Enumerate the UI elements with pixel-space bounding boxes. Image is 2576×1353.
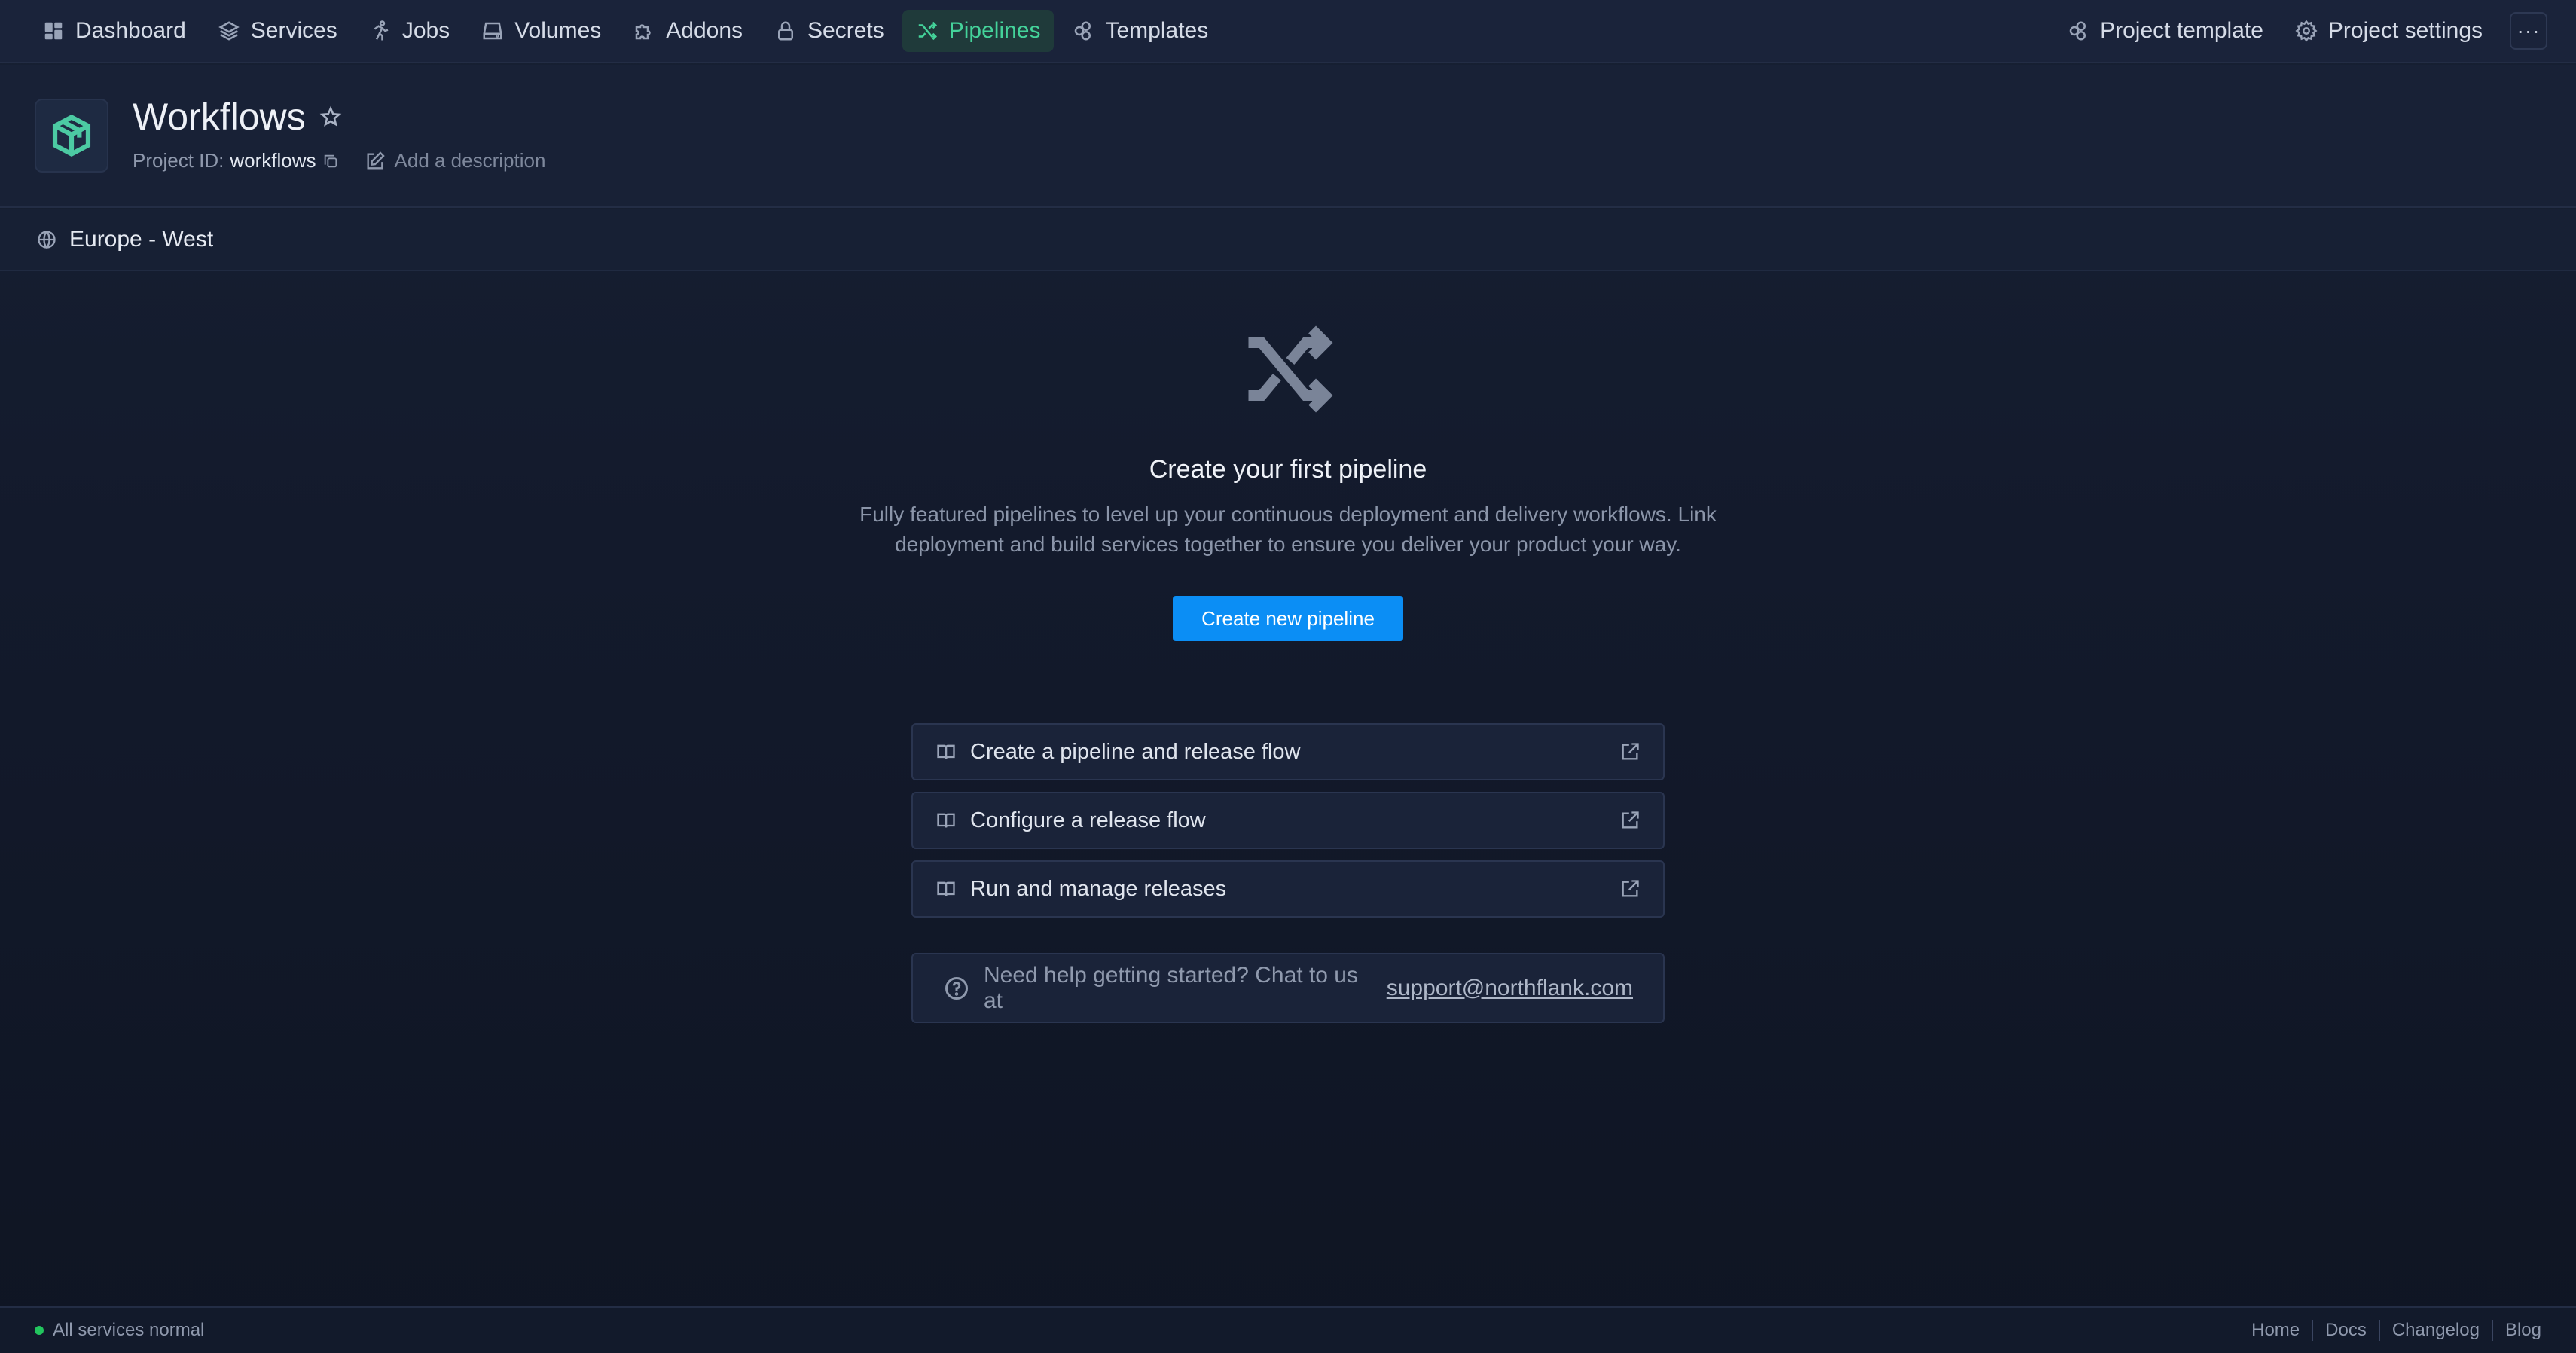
lock-icon — [774, 20, 797, 42]
nav-item-label: Addons — [666, 18, 743, 43]
puzzle-icon — [633, 20, 655, 42]
book-icon — [935, 810, 957, 831]
help-box: Need help getting started? Chat to us at… — [911, 953, 1665, 1023]
project-template-label: Project template — [2100, 18, 2263, 43]
doc-link-create-pipeline[interactable]: Create a pipeline and release flow — [911, 723, 1665, 780]
globe-icon — [36, 229, 57, 250]
empty-state-title: Create your first pipeline — [1149, 455, 1427, 484]
nav-item-jobs[interactable]: Jobs — [356, 10, 463, 52]
star-icon[interactable] — [319, 105, 342, 128]
book-icon — [935, 878, 957, 899]
layers-icon — [218, 20, 240, 42]
shuffle-icon — [1235, 316, 1341, 422]
doc-link-label: Create a pipeline and release flow — [970, 739, 1301, 764]
nav-item-pipelines[interactable]: Pipelines — [902, 10, 1055, 52]
dashboard-icon — [42, 20, 65, 42]
book-icon — [935, 741, 957, 762]
region-bar: Europe - West — [0, 209, 2576, 271]
nav-item-secrets[interactable]: Secrets — [761, 10, 898, 52]
ellipsis-icon: ··· — [2516, 19, 2541, 42]
help-text: Need help getting started? Chat to us at — [984, 962, 1358, 1013]
gear-icon — [2295, 20, 2318, 42]
runner-icon — [369, 20, 392, 42]
project-template-button[interactable]: Project template — [2053, 10, 2277, 52]
external-link-icon — [1619, 741, 1641, 762]
nav-item-label: Secrets — [807, 18, 884, 43]
shuffle-icon — [916, 20, 939, 42]
nav-item-dashboard[interactable]: Dashboard — [29, 10, 200, 52]
support-email-link[interactable]: support@northflank.com — [1387, 976, 1633, 1001]
question-circle-icon — [943, 975, 970, 1002]
more-options-button[interactable]: ··· — [2510, 12, 2547, 50]
template-icon — [1072, 20, 1094, 42]
project-id-value: workflows — [230, 149, 316, 172]
nav-item-services[interactable]: Services — [204, 10, 351, 52]
project-settings-button[interactable]: Project settings — [2281, 10, 2496, 52]
drive-icon — [481, 20, 504, 42]
project-header: Workflows Project ID: workflows Add a de… — [0, 65, 2576, 208]
add-description-label: Add a description — [394, 149, 546, 172]
nav-item-templates[interactable]: Templates — [1058, 10, 1222, 52]
external-link-icon — [1619, 878, 1641, 899]
external-link-icon — [1619, 810, 1641, 831]
region-name[interactable]: Europe - West — [69, 227, 213, 252]
project-settings-label: Project settings — [2327, 18, 2483, 43]
nav-item-addons[interactable]: Addons — [619, 10, 756, 52]
nav-item-volumes[interactable]: Volumes — [468, 10, 615, 52]
doc-link-configure-release-flow[interactable]: Configure a release flow — [911, 792, 1665, 849]
footer-link-home[interactable]: Home — [2239, 1320, 2312, 1341]
empty-state: Create your first pipeline Fully feature… — [0, 316, 2576, 641]
footer: All services normal Home Docs Changelog … — [0, 1306, 2576, 1353]
nav-right-group: Project template Project settings ··· — [2053, 10, 2547, 52]
nav-item-label: Templates — [1105, 18, 1209, 43]
status-dot — [35, 1326, 44, 1335]
nav-item-label: Pipelines — [948, 18, 1041, 43]
status-text[interactable]: All services normal — [53, 1320, 204, 1341]
nav-item-label: Dashboard — [75, 18, 186, 43]
project-avatar — [35, 99, 108, 173]
project-meta: Project ID: workflows Add a description — [133, 149, 545, 173]
footer-link-blog[interactable]: Blog — [2491, 1320, 2541, 1341]
copy-icon[interactable] — [322, 153, 339, 170]
nav-item-label: Jobs — [401, 18, 450, 43]
footer-link-changelog[interactable]: Changelog — [2378, 1320, 2492, 1341]
create-new-pipeline-button[interactable]: Create new pipeline — [1173, 596, 1403, 641]
empty-state-description: Fully featured pipelines to level up you… — [859, 502, 1717, 556]
nav-item-label: Services — [250, 18, 337, 43]
add-description-link[interactable]: Add a description — [365, 149, 546, 173]
project-title-row: Workflows — [133, 95, 342, 139]
top-navigation: Dashboard Services Jobs Volumes Addons S… — [0, 0, 2576, 63]
doc-link-run-manage-releases[interactable]: Run and manage releases — [911, 860, 1665, 918]
doc-link-label: Configure a release flow — [970, 808, 1206, 832]
page-title: Workflows — [133, 96, 306, 138]
doc-links: Create a pipeline and release flow Confi… — [911, 723, 1665, 929]
template-icon — [2067, 20, 2089, 42]
footer-links: Home Docs Changelog Blog — [2239, 1320, 2541, 1341]
cube-icon — [48, 112, 95, 159]
edit-icon — [365, 151, 386, 172]
project-id-label: Project ID: — [133, 149, 224, 172]
footer-link-docs[interactable]: Docs — [2312, 1320, 2379, 1341]
nav-item-label: Volumes — [514, 18, 602, 43]
doc-link-label: Run and manage releases — [970, 876, 1227, 901]
